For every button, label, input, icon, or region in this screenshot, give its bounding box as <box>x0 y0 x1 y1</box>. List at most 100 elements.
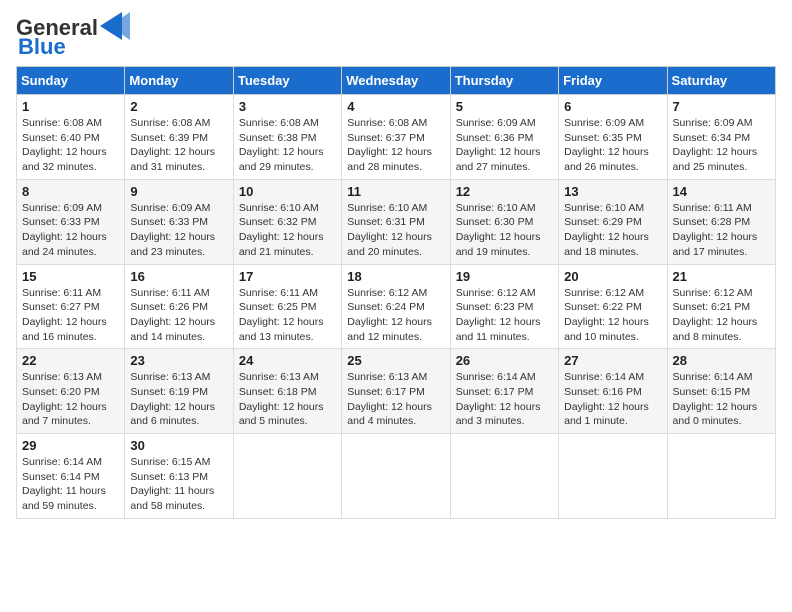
calendar-week-row: 22 Sunrise: 6:13 AMSunset: 6:20 PMDaylig… <box>17 349 776 434</box>
day-number: 21 <box>673 269 770 284</box>
day-number: 17 <box>239 269 336 284</box>
calendar-cell: 25 Sunrise: 6:13 AMSunset: 6:17 PMDaylig… <box>342 349 450 434</box>
day-info: Sunrise: 6:12 AMSunset: 6:24 PMDaylight:… <box>347 287 432 343</box>
calendar-cell: 1 Sunrise: 6:08 AMSunset: 6:40 PMDayligh… <box>17 95 125 180</box>
day-number: 19 <box>456 269 553 284</box>
calendar-cell: 24 Sunrise: 6:13 AMSunset: 6:18 PMDaylig… <box>233 349 341 434</box>
calendar-cell: 19 Sunrise: 6:12 AMSunset: 6:23 PMDaylig… <box>450 264 558 349</box>
day-info: Sunrise: 6:14 AMSunset: 6:14 PMDaylight:… <box>22 456 106 512</box>
calendar-cell: 4 Sunrise: 6:08 AMSunset: 6:37 PMDayligh… <box>342 95 450 180</box>
day-info: Sunrise: 6:11 AMSunset: 6:27 PMDaylight:… <box>22 287 107 343</box>
day-number: 1 <box>22 99 119 114</box>
calendar-cell: 5 Sunrise: 6:09 AMSunset: 6:36 PMDayligh… <box>450 95 558 180</box>
calendar-header-monday: Monday <box>125 67 233 95</box>
calendar-cell: 3 Sunrise: 6:08 AMSunset: 6:38 PMDayligh… <box>233 95 341 180</box>
calendar-cell: 26 Sunrise: 6:14 AMSunset: 6:17 PMDaylig… <box>450 349 558 434</box>
day-info: Sunrise: 6:12 AMSunset: 6:22 PMDaylight:… <box>564 287 649 343</box>
logo-arrow-icon <box>100 12 130 40</box>
day-number: 23 <box>130 353 227 368</box>
day-number: 25 <box>347 353 444 368</box>
calendar-cell: 11 Sunrise: 6:10 AMSunset: 6:31 PMDaylig… <box>342 179 450 264</box>
day-number: 28 <box>673 353 770 368</box>
calendar-header-thursday: Thursday <box>450 67 558 95</box>
calendar-cell: 16 Sunrise: 6:11 AMSunset: 6:26 PMDaylig… <box>125 264 233 349</box>
page-header: General Blue <box>16 16 776 58</box>
calendar-cell: 28 Sunrise: 6:14 AMSunset: 6:15 PMDaylig… <box>667 349 775 434</box>
day-info: Sunrise: 6:13 AMSunset: 6:17 PMDaylight:… <box>347 371 432 427</box>
calendar-cell <box>450 434 558 519</box>
day-info: Sunrise: 6:09 AMSunset: 6:36 PMDaylight:… <box>456 117 541 173</box>
day-number: 5 <box>456 99 553 114</box>
day-number: 20 <box>564 269 661 284</box>
day-info: Sunrise: 6:08 AMSunset: 6:37 PMDaylight:… <box>347 117 432 173</box>
calendar-cell: 6 Sunrise: 6:09 AMSunset: 6:35 PMDayligh… <box>559 95 667 180</box>
day-info: Sunrise: 6:12 AMSunset: 6:21 PMDaylight:… <box>673 287 758 343</box>
day-number: 27 <box>564 353 661 368</box>
calendar-week-row: 8 Sunrise: 6:09 AMSunset: 6:33 PMDayligh… <box>17 179 776 264</box>
day-number: 3 <box>239 99 336 114</box>
day-number: 9 <box>130 184 227 199</box>
calendar-header-saturday: Saturday <box>667 67 775 95</box>
calendar-cell: 14 Sunrise: 6:11 AMSunset: 6:28 PMDaylig… <box>667 179 775 264</box>
calendar-cell: 30 Sunrise: 6:15 AMSunset: 6:13 PMDaylig… <box>125 434 233 519</box>
day-info: Sunrise: 6:09 AMSunset: 6:34 PMDaylight:… <box>673 117 758 173</box>
day-number: 11 <box>347 184 444 199</box>
day-number: 10 <box>239 184 336 199</box>
day-number: 24 <box>239 353 336 368</box>
day-number: 4 <box>347 99 444 114</box>
calendar-cell: 2 Sunrise: 6:08 AMSunset: 6:39 PMDayligh… <box>125 95 233 180</box>
day-info: Sunrise: 6:11 AMSunset: 6:28 PMDaylight:… <box>673 202 758 258</box>
day-info: Sunrise: 6:10 AMSunset: 6:29 PMDaylight:… <box>564 202 649 258</box>
day-number: 12 <box>456 184 553 199</box>
day-info: Sunrise: 6:10 AMSunset: 6:31 PMDaylight:… <box>347 202 432 258</box>
calendar-cell: 10 Sunrise: 6:10 AMSunset: 6:32 PMDaylig… <box>233 179 341 264</box>
day-info: Sunrise: 6:08 AMSunset: 6:40 PMDaylight:… <box>22 117 107 173</box>
day-info: Sunrise: 6:14 AMSunset: 6:17 PMDaylight:… <box>456 371 541 427</box>
day-number: 29 <box>22 438 119 453</box>
calendar-header-sunday: Sunday <box>17 67 125 95</box>
logo-blue: Blue <box>18 36 66 58</box>
day-info: Sunrise: 6:11 AMSunset: 6:26 PMDaylight:… <box>130 287 215 343</box>
day-info: Sunrise: 6:09 AMSunset: 6:33 PMDaylight:… <box>22 202 107 258</box>
calendar-cell: 9 Sunrise: 6:09 AMSunset: 6:33 PMDayligh… <box>125 179 233 264</box>
calendar-table: SundayMondayTuesdayWednesdayThursdayFrid… <box>16 66 776 519</box>
day-info: Sunrise: 6:08 AMSunset: 6:39 PMDaylight:… <box>130 117 215 173</box>
day-info: Sunrise: 6:12 AMSunset: 6:23 PMDaylight:… <box>456 287 541 343</box>
day-number: 2 <box>130 99 227 114</box>
day-number: 22 <box>22 353 119 368</box>
calendar-cell: 12 Sunrise: 6:10 AMSunset: 6:30 PMDaylig… <box>450 179 558 264</box>
calendar-cell: 21 Sunrise: 6:12 AMSunset: 6:21 PMDaylig… <box>667 264 775 349</box>
calendar-cell: 23 Sunrise: 6:13 AMSunset: 6:19 PMDaylig… <box>125 349 233 434</box>
day-info: Sunrise: 6:08 AMSunset: 6:38 PMDaylight:… <box>239 117 324 173</box>
day-info: Sunrise: 6:09 AMSunset: 6:35 PMDaylight:… <box>564 117 649 173</box>
day-info: Sunrise: 6:10 AMSunset: 6:30 PMDaylight:… <box>456 202 541 258</box>
calendar-cell: 7 Sunrise: 6:09 AMSunset: 6:34 PMDayligh… <box>667 95 775 180</box>
day-number: 16 <box>130 269 227 284</box>
calendar-cell: 15 Sunrise: 6:11 AMSunset: 6:27 PMDaylig… <box>17 264 125 349</box>
calendar-cell <box>667 434 775 519</box>
calendar-week-row: 29 Sunrise: 6:14 AMSunset: 6:14 PMDaylig… <box>17 434 776 519</box>
calendar-cell: 18 Sunrise: 6:12 AMSunset: 6:24 PMDaylig… <box>342 264 450 349</box>
calendar-header-wednesday: Wednesday <box>342 67 450 95</box>
day-info: Sunrise: 6:13 AMSunset: 6:18 PMDaylight:… <box>239 371 324 427</box>
calendar-cell: 13 Sunrise: 6:10 AMSunset: 6:29 PMDaylig… <box>559 179 667 264</box>
day-info: Sunrise: 6:10 AMSunset: 6:32 PMDaylight:… <box>239 202 324 258</box>
day-info: Sunrise: 6:15 AMSunset: 6:13 PMDaylight:… <box>130 456 214 512</box>
calendar-week-row: 15 Sunrise: 6:11 AMSunset: 6:27 PMDaylig… <box>17 264 776 349</box>
day-info: Sunrise: 6:09 AMSunset: 6:33 PMDaylight:… <box>130 202 215 258</box>
calendar-cell: 27 Sunrise: 6:14 AMSunset: 6:16 PMDaylig… <box>559 349 667 434</box>
day-number: 18 <box>347 269 444 284</box>
day-number: 6 <box>564 99 661 114</box>
day-info: Sunrise: 6:13 AMSunset: 6:19 PMDaylight:… <box>130 371 215 427</box>
calendar-week-row: 1 Sunrise: 6:08 AMSunset: 6:40 PMDayligh… <box>17 95 776 180</box>
day-info: Sunrise: 6:13 AMSunset: 6:20 PMDaylight:… <box>22 371 107 427</box>
day-number: 14 <box>673 184 770 199</box>
calendar-header-tuesday: Tuesday <box>233 67 341 95</box>
day-number: 8 <box>22 184 119 199</box>
logo: General Blue <box>16 16 130 58</box>
calendar-cell: 20 Sunrise: 6:12 AMSunset: 6:22 PMDaylig… <box>559 264 667 349</box>
day-number: 7 <box>673 99 770 114</box>
calendar-header-friday: Friday <box>559 67 667 95</box>
calendar-cell: 8 Sunrise: 6:09 AMSunset: 6:33 PMDayligh… <box>17 179 125 264</box>
calendar-cell: 29 Sunrise: 6:14 AMSunset: 6:14 PMDaylig… <box>17 434 125 519</box>
